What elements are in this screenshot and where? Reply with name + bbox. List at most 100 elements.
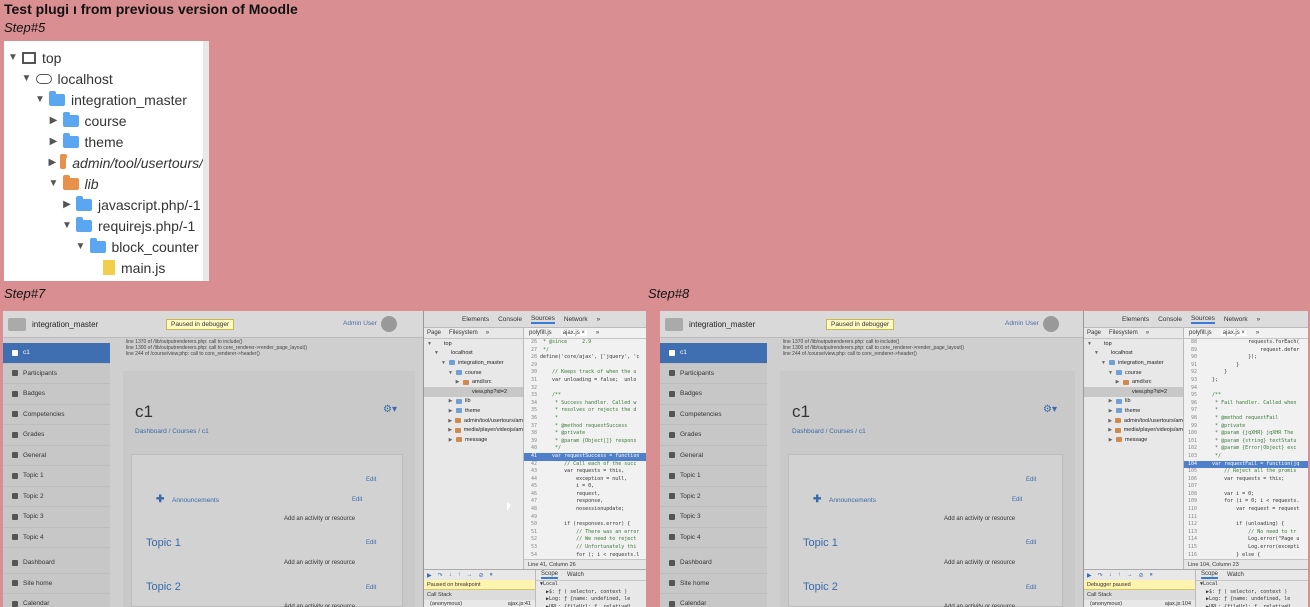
nav-item[interactable]: Dashboard [660, 553, 767, 574]
site-name[interactable]: integration_master [32, 320, 98, 329]
chevron-icon[interactable]: ▶ [447, 398, 454, 404]
chevron-icon[interactable]: ▶ [1107, 427, 1113, 433]
tree-item[interactable]: ▼ localhost [4, 68, 203, 89]
code-line[interactable]: 100 * @param {jqXHR} jqXHR The [1184, 430, 1308, 438]
tree-item[interactable]: ▼ integration_master [4, 89, 203, 110]
source-tree-item[interactable]: view.php?id=2 [424, 386, 523, 397]
code-line[interactable]: 48 nosessionupdate; [524, 506, 646, 514]
chevron-icon[interactable]: ▶ [1107, 398, 1114, 404]
line-number[interactable]: 35 [524, 407, 540, 415]
announcements-link[interactable]: Announcements [829, 497, 876, 504]
code-line[interactable]: 32 [524, 385, 646, 393]
chevron-down-icon[interactable]: ▼ [22, 73, 32, 84]
scope-tab[interactable]: Watch [567, 572, 584, 578]
code-line[interactable]: 114 Log.error("Page u [1184, 536, 1308, 544]
chevron-icon[interactable]: ▼ [440, 360, 447, 366]
code-line[interactable]: 97 * [1184, 407, 1308, 415]
tree-item[interactable]: ▶ javascript.php/-1 [4, 194, 203, 215]
nav-item[interactable]: Topic 3 [660, 507, 767, 528]
line-number[interactable]: 29 [524, 362, 540, 370]
nav-item[interactable]: Site home [660, 574, 767, 594]
line-number[interactable]: 95 [1184, 392, 1200, 400]
code-line[interactable]: 40 */ [524, 445, 646, 453]
code-line[interactable]: 36 * [524, 415, 646, 423]
line-number[interactable]: 44 [524, 476, 540, 484]
code-line[interactable]: 43 var requests = this, [524, 468, 646, 476]
nav-item[interactable]: Topic 1 [660, 466, 767, 487]
code-line[interactable]: 89 request.defer [1184, 347, 1308, 355]
scope-entry[interactable]: ▶$: ƒ ( selector, context ) [1196, 589, 1308, 597]
chevron-down-icon[interactable]: ▼ [62, 220, 72, 231]
code-line[interactable]: 111 [1184, 514, 1308, 522]
code-line[interactable]: 39 * @param {Object[]} respons [524, 438, 646, 446]
code-line[interactable]: 46 request, [524, 491, 646, 499]
code-line[interactable]: 29 [524, 362, 646, 370]
code-line[interactable]: 93 }; [1184, 377, 1308, 385]
chevron-icon[interactable]: ▶ [447, 427, 453, 433]
code-line[interactable]: 38 * @private [524, 430, 646, 438]
section-title[interactable]: Topic 2 [146, 581, 181, 593]
code-line[interactable]: 50 if (responses.error) { [524, 521, 646, 529]
call-stack-row[interactable]: (anonymous) ajax.js:41 [424, 600, 535, 607]
code-line[interactable]: 106 var requests = this; [1184, 476, 1308, 484]
scope-tab[interactable]: Watch [1227, 572, 1244, 578]
nav-item[interactable]: Participants [660, 364, 767, 384]
gear-icon[interactable]: ⚙▾ [1043, 404, 1057, 415]
nav-item[interactable]: Topic 3 [3, 507, 110, 528]
line-number[interactable]: 34 [524, 400, 540, 408]
breadcrumb[interactable]: Dashboard / Courses / c1 [135, 428, 209, 435]
nav-item[interactable]: Badges [660, 384, 767, 405]
source-tree-item[interactable]: ▼ top [424, 339, 523, 349]
devtools-tab[interactable]: Elements [462, 316, 489, 323]
tree-item[interactable]: ▶ theme [4, 131, 203, 152]
step-into-icon[interactable]: ↓ [1109, 572, 1112, 578]
line-number[interactable]: 108 [1184, 491, 1200, 499]
nav-item[interactable]: Site home [3, 574, 110, 594]
line-number[interactable]: 104 [1184, 461, 1200, 469]
line-number[interactable]: 48 [524, 506, 540, 514]
devtools-tab[interactable]: Elements [1122, 316, 1149, 323]
deactivate-icon[interactable]: ⊘ [479, 572, 484, 579]
nav-item[interactable]: Badges [3, 384, 110, 405]
deactivate-icon[interactable]: ⊘ [1139, 572, 1144, 579]
line-number[interactable]: 88 [1184, 339, 1200, 347]
hamburger-icon[interactable] [665, 318, 683, 331]
section-title[interactable]: Topic 2 [803, 581, 838, 593]
code-line[interactable]: 112 if (unloading) { [1184, 521, 1308, 529]
code-line[interactable]: 104 var requestFail = function(jq [1184, 460, 1308, 469]
editor-tab[interactable]: » [1256, 330, 1259, 336]
line-number[interactable]: 109 [1184, 498, 1200, 506]
code-line[interactable]: 108 var i = 0; [1184, 491, 1308, 499]
code-line[interactable]: 28 define('core/ajax', ['jquery', 'c [524, 354, 646, 362]
chevron-icon[interactable]: ▶ [1114, 379, 1121, 385]
line-number[interactable]: 107 [1184, 483, 1200, 491]
devtools-tab[interactable]: » [597, 316, 601, 323]
code-line[interactable]: 47 response, [524, 498, 646, 506]
line-number[interactable]: 47 [524, 498, 540, 506]
source-tree-item[interactable]: ▶ theme [424, 406, 523, 416]
code-line[interactable]: 51 // There was an error [524, 529, 646, 537]
line-number[interactable]: 28 [524, 354, 540, 362]
source-tree-item[interactable]: ▼ course [1084, 368, 1183, 378]
nav-item[interactable]: Topic 2 [3, 487, 110, 507]
edit-menu[interactable]: Edit [366, 477, 376, 483]
line-number[interactable]: 103 [1184, 453, 1200, 461]
step-icon[interactable]: → [467, 572, 473, 578]
scope-entry[interactable]: ▶URL: {fileUrl: ƒ, relativeU [536, 604, 646, 607]
nav-item[interactable]: Topic 1 [3, 466, 110, 487]
chevron-icon[interactable]: ▶ [447, 437, 454, 443]
line-number[interactable]: 111 [1184, 514, 1200, 522]
code-line[interactable]: 90 }); [1184, 354, 1308, 362]
nav-item[interactable]: c1 [3, 343, 110, 364]
code-line[interactable]: 26 * @since 2.9 [524, 339, 646, 347]
code-line[interactable]: 92 } [1184, 369, 1308, 377]
editor-tab[interactable]: polyfill.js [529, 330, 552, 336]
line-number[interactable]: 53 [524, 544, 540, 552]
step-into-icon[interactable]: ↓ [449, 572, 452, 578]
source-tree-item[interactable]: ▶ media/player/videojs/am [1084, 425, 1183, 435]
edit-menu[interactable]: Edit [1026, 477, 1036, 483]
source-tree-item[interactable]: ▶ lib [424, 397, 523, 407]
nav-item[interactable]: Grades [3, 425, 110, 446]
line-number[interactable]: 49 [524, 514, 540, 522]
avatar[interactable] [1043, 316, 1059, 332]
